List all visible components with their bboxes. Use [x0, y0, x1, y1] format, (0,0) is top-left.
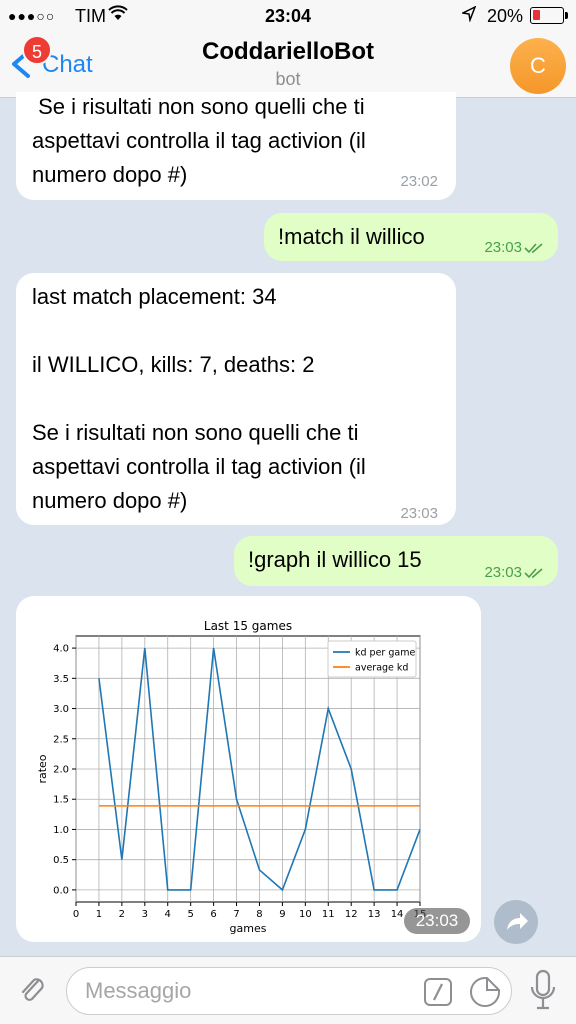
legend-entry: kd per game — [355, 648, 415, 659]
kd-line-chart[interactable]: 01234567891011121314150.00.51.01.52.02.5… — [16, 596, 481, 942]
chart-title: Last 15 games — [204, 619, 292, 633]
message-text: last match placement: 34 il WILLICO, kil… — [32, 284, 366, 513]
message-time: 23:03 — [484, 231, 546, 265]
message-outgoing[interactable]: !graph il willico 15 23:03 — [234, 536, 558, 586]
status-bar: ●●●○○ TIM 23:04 20% — [0, 0, 576, 32]
message-text: !graph il willico 15 — [248, 547, 422, 572]
message-text: Se i risultati non sono quelli che ti as… — [32, 94, 366, 187]
chat-subtitle: bot — [275, 69, 301, 89]
message-time-text: 23:03 — [484, 564, 522, 581]
avatar[interactable]: C — [510, 38, 566, 94]
message-time: 23:02 — [400, 173, 438, 190]
x-tick-label: 2 — [119, 909, 125, 920]
y-tick-label: 4.0 — [53, 644, 69, 655]
x-tick-label: 5 — [187, 909, 193, 920]
x-tick-label: 13 — [368, 909, 381, 920]
message-time: 23:03 — [484, 556, 546, 590]
x-tick-label: 10 — [299, 909, 312, 920]
x-axis-label: games — [230, 922, 267, 935]
x-tick-label: 1 — [96, 909, 102, 920]
image-time-pill: 23:03 — [404, 908, 470, 934]
message-incoming[interactable]: Se i risultati non sono quelli che ti as… — [16, 92, 456, 200]
y-tick-label: 3.5 — [53, 674, 69, 685]
y-tick-label: 2.0 — [53, 765, 69, 776]
microphone-icon[interactable] — [528, 969, 558, 1011]
x-tick-label: 4 — [165, 909, 171, 920]
x-tick-label: 12 — [345, 909, 358, 920]
legend-entry: average kd — [355, 663, 408, 674]
chat-title[interactable]: CoddarielloBot — [0, 38, 576, 66]
read-ticks-icon — [524, 568, 543, 579]
x-tick-label: 14 — [391, 909, 404, 920]
x-tick-label: 7 — [233, 909, 239, 920]
y-tick-label: 1.0 — [53, 825, 69, 836]
message-image[interactable]: 01234567891011121314150.00.51.01.52.02.5… — [16, 596, 481, 942]
x-tick-label: 6 — [210, 909, 216, 920]
message-incoming[interactable]: last match placement: 34 il WILLICO, kil… — [16, 273, 456, 525]
battery-icon — [530, 7, 568, 24]
y-tick-label: 0.5 — [53, 855, 69, 866]
battery-percent: 20% — [487, 6, 524, 26]
y-tick-label: 3.0 — [53, 704, 69, 715]
message-input[interactable] — [85, 976, 415, 1006]
share-button[interactable] — [494, 900, 538, 944]
slash-command-icon[interactable] — [423, 977, 453, 1007]
location-arrow-icon — [460, 5, 477, 27]
y-tick-label: 1.5 — [53, 795, 69, 806]
x-tick-label: 11 — [322, 909, 335, 920]
y-axis-label: rateo — [36, 754, 49, 783]
read-ticks-icon — [524, 243, 543, 254]
paperclip-icon[interactable] — [14, 971, 50, 1007]
y-tick-label: 2.5 — [53, 734, 69, 745]
message-time-text: 23:03 — [484, 239, 522, 256]
sticker-icon[interactable] — [469, 976, 501, 1008]
message-time: 23:03 — [400, 505, 438, 522]
message-input-bar — [0, 956, 576, 1024]
message-field[interactable] — [66, 967, 512, 1015]
message-text: !match il willico — [278, 224, 425, 249]
x-tick-label: 0 — [73, 909, 79, 920]
x-tick-label: 9 — [279, 909, 285, 920]
share-arrow-icon — [507, 913, 528, 930]
x-tick-label: 3 — [142, 909, 148, 920]
chat-header: Chat 5 CoddarielloBot bot C — [0, 32, 576, 98]
message-outgoing[interactable]: !match il willico 23:03 — [264, 213, 558, 261]
x-tick-label: 8 — [256, 909, 262, 920]
y-tick-label: 0.0 — [53, 885, 69, 896]
